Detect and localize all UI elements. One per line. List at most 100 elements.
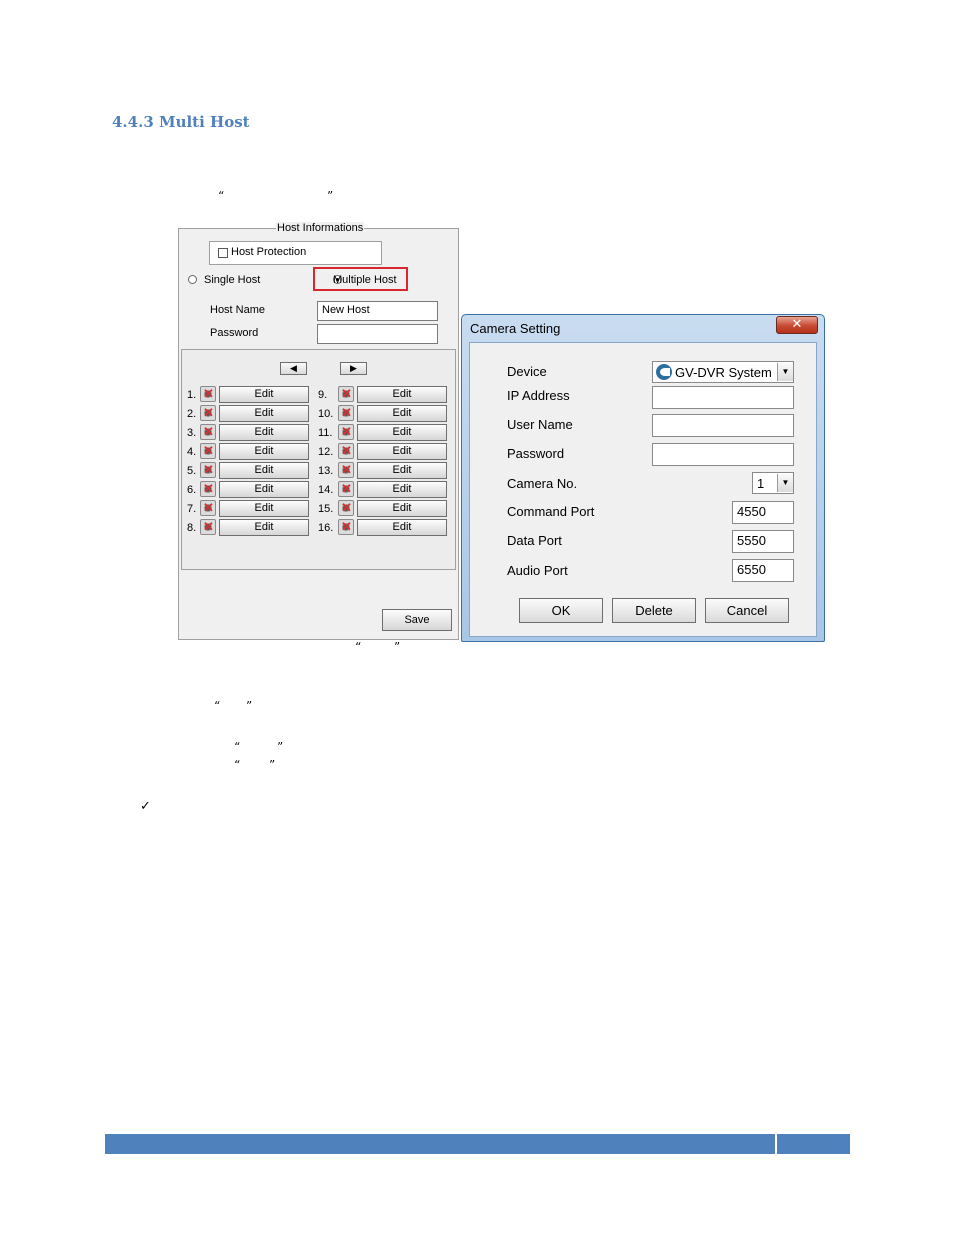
footer-divider (775, 1134, 777, 1154)
camera-icon (200, 405, 216, 421)
prev-page-button[interactable]: ◀ (280, 362, 307, 375)
edit-button[interactable]: Edit (219, 424, 309, 441)
device-label: Device (507, 364, 547, 379)
quote-close: ” (327, 189, 334, 203)
audio-port-field[interactable]: 6550 (732, 559, 794, 582)
edit-button[interactable]: Edit (219, 500, 309, 517)
dvr-logo-mark (660, 368, 670, 376)
quote-close: ” (269, 758, 276, 772)
camera-icon (200, 500, 216, 516)
edit-button[interactable]: Edit (357, 424, 447, 441)
ip-address-field[interactable] (652, 386, 794, 409)
edit-button[interactable]: Edit (219, 462, 309, 479)
camera-setting-dialog: Camera Setting ✕ Device GV-DVR System ▼ … (461, 314, 825, 642)
edit-button[interactable]: Edit (357, 443, 447, 460)
password-field[interactable] (317, 324, 438, 344)
edit-button[interactable]: Edit (219, 519, 309, 536)
camera-number: 10. (318, 408, 334, 420)
next-page-button[interactable]: ▶ (340, 362, 367, 375)
edit-button[interactable]: Edit (219, 405, 309, 422)
host-name-label: Host Name (210, 304, 266, 316)
camera-number: 6. (187, 484, 197, 496)
command-port-field[interactable]: 4550 (732, 501, 794, 524)
close-button[interactable]: ✕ (776, 316, 818, 334)
single-host-label: Single Host (204, 274, 261, 286)
host-protection-label: Host Protection (231, 246, 307, 258)
camera-icon (338, 443, 354, 459)
edit-button[interactable]: Edit (219, 443, 309, 460)
camera-icon (338, 462, 354, 478)
edit-button[interactable]: Edit (357, 386, 447, 403)
host-informations-panel: Host Informations Host Protection Single… (178, 222, 459, 640)
camera-icon (338, 519, 354, 535)
camera-number: 11. (318, 427, 333, 439)
edit-button[interactable]: Edit (357, 500, 447, 517)
audio-port-label: Audio Port (507, 563, 568, 578)
device-value: GV-DVR System (675, 365, 772, 380)
chevron-down-icon[interactable]: ▼ (777, 474, 793, 492)
dialog-title: Camera Setting (470, 321, 561, 336)
single-host-radio[interactable] (188, 275, 197, 284)
camera-number: 13. (318, 465, 334, 477)
camera-number: 15. (318, 503, 334, 515)
checkmark-icon: ✓ (140, 799, 151, 814)
device-select[interactable]: GV-DVR System ▼ (652, 361, 794, 383)
camera-no-select[interactable]: 1 ▼ (752, 472, 794, 494)
camera-icon (338, 500, 354, 516)
footer-bar (105, 1134, 850, 1154)
camera-no-value: 1 (757, 476, 765, 491)
quote-open: “ (234, 758, 241, 772)
delete-button[interactable]: Delete (612, 598, 696, 623)
command-port-label: Command Port (507, 504, 595, 519)
ip-address-label: IP Address (507, 388, 570, 403)
edit-button[interactable]: Edit (219, 481, 309, 498)
data-port-label: Data Port (507, 533, 562, 548)
multiple-host-label: Multiple Host (333, 274, 397, 286)
edit-button[interactable]: Edit (357, 462, 447, 479)
camera-icon (200, 519, 216, 535)
user-name-label: User Name (507, 417, 573, 432)
camera-list-panel: ◀ ▶ 1. Edit 2. Edit 3. Edit 4. Edi (181, 349, 456, 570)
dialog-body: Device GV-DVR System ▼ IP Address User N… (469, 342, 817, 637)
edit-button[interactable]: Edit (357, 519, 447, 536)
edit-button[interactable]: Edit (219, 386, 309, 403)
host-protection-group: Host Protection (209, 241, 382, 265)
camera-icon (338, 405, 354, 421)
camera-icon (338, 424, 354, 440)
camera-icon (200, 424, 216, 440)
camera-number: 7. (187, 503, 197, 515)
chevron-down-icon[interactable]: ▼ (777, 363, 793, 381)
edit-button[interactable]: Edit (357, 481, 447, 498)
camera-number: 8. (187, 522, 197, 534)
quote-open: “ (234, 740, 241, 754)
camera-icon (200, 443, 216, 459)
camera-icon (200, 462, 216, 478)
user-name-field[interactable] (652, 414, 794, 437)
camera-number: 3. (187, 427, 197, 439)
password-field[interactable] (652, 443, 794, 466)
cancel-button[interactable]: Cancel (705, 598, 789, 623)
host-name-field[interactable]: New Host (317, 301, 438, 321)
data-port-field[interactable]: 5550 (732, 530, 794, 553)
quote-close: ” (394, 640, 401, 654)
save-button[interactable]: Save (382, 609, 452, 631)
camera-number: 2. (187, 408, 197, 420)
section-heading: 4.4.3 Multi Host (112, 113, 250, 131)
camera-icon (338, 481, 354, 497)
quote-close: ” (277, 740, 284, 754)
password-label: Password (210, 327, 259, 339)
host-protection-checkbox[interactable] (218, 248, 228, 258)
camera-number: 16. (318, 522, 334, 534)
edit-button[interactable]: Edit (357, 405, 447, 422)
camera-number: 12. (318, 446, 334, 458)
camera-number: 9. (318, 389, 328, 401)
camera-icon (200, 481, 216, 497)
quote-open: “ (214, 699, 221, 713)
camera-icon (200, 386, 216, 402)
quote-open: “ (218, 189, 225, 203)
ok-button[interactable]: OK (519, 598, 603, 623)
quote-close: ” (246, 699, 253, 713)
camera-number: 14. (318, 484, 334, 496)
quote-open: “ (355, 640, 362, 654)
camera-no-label: Camera No. (507, 476, 578, 491)
